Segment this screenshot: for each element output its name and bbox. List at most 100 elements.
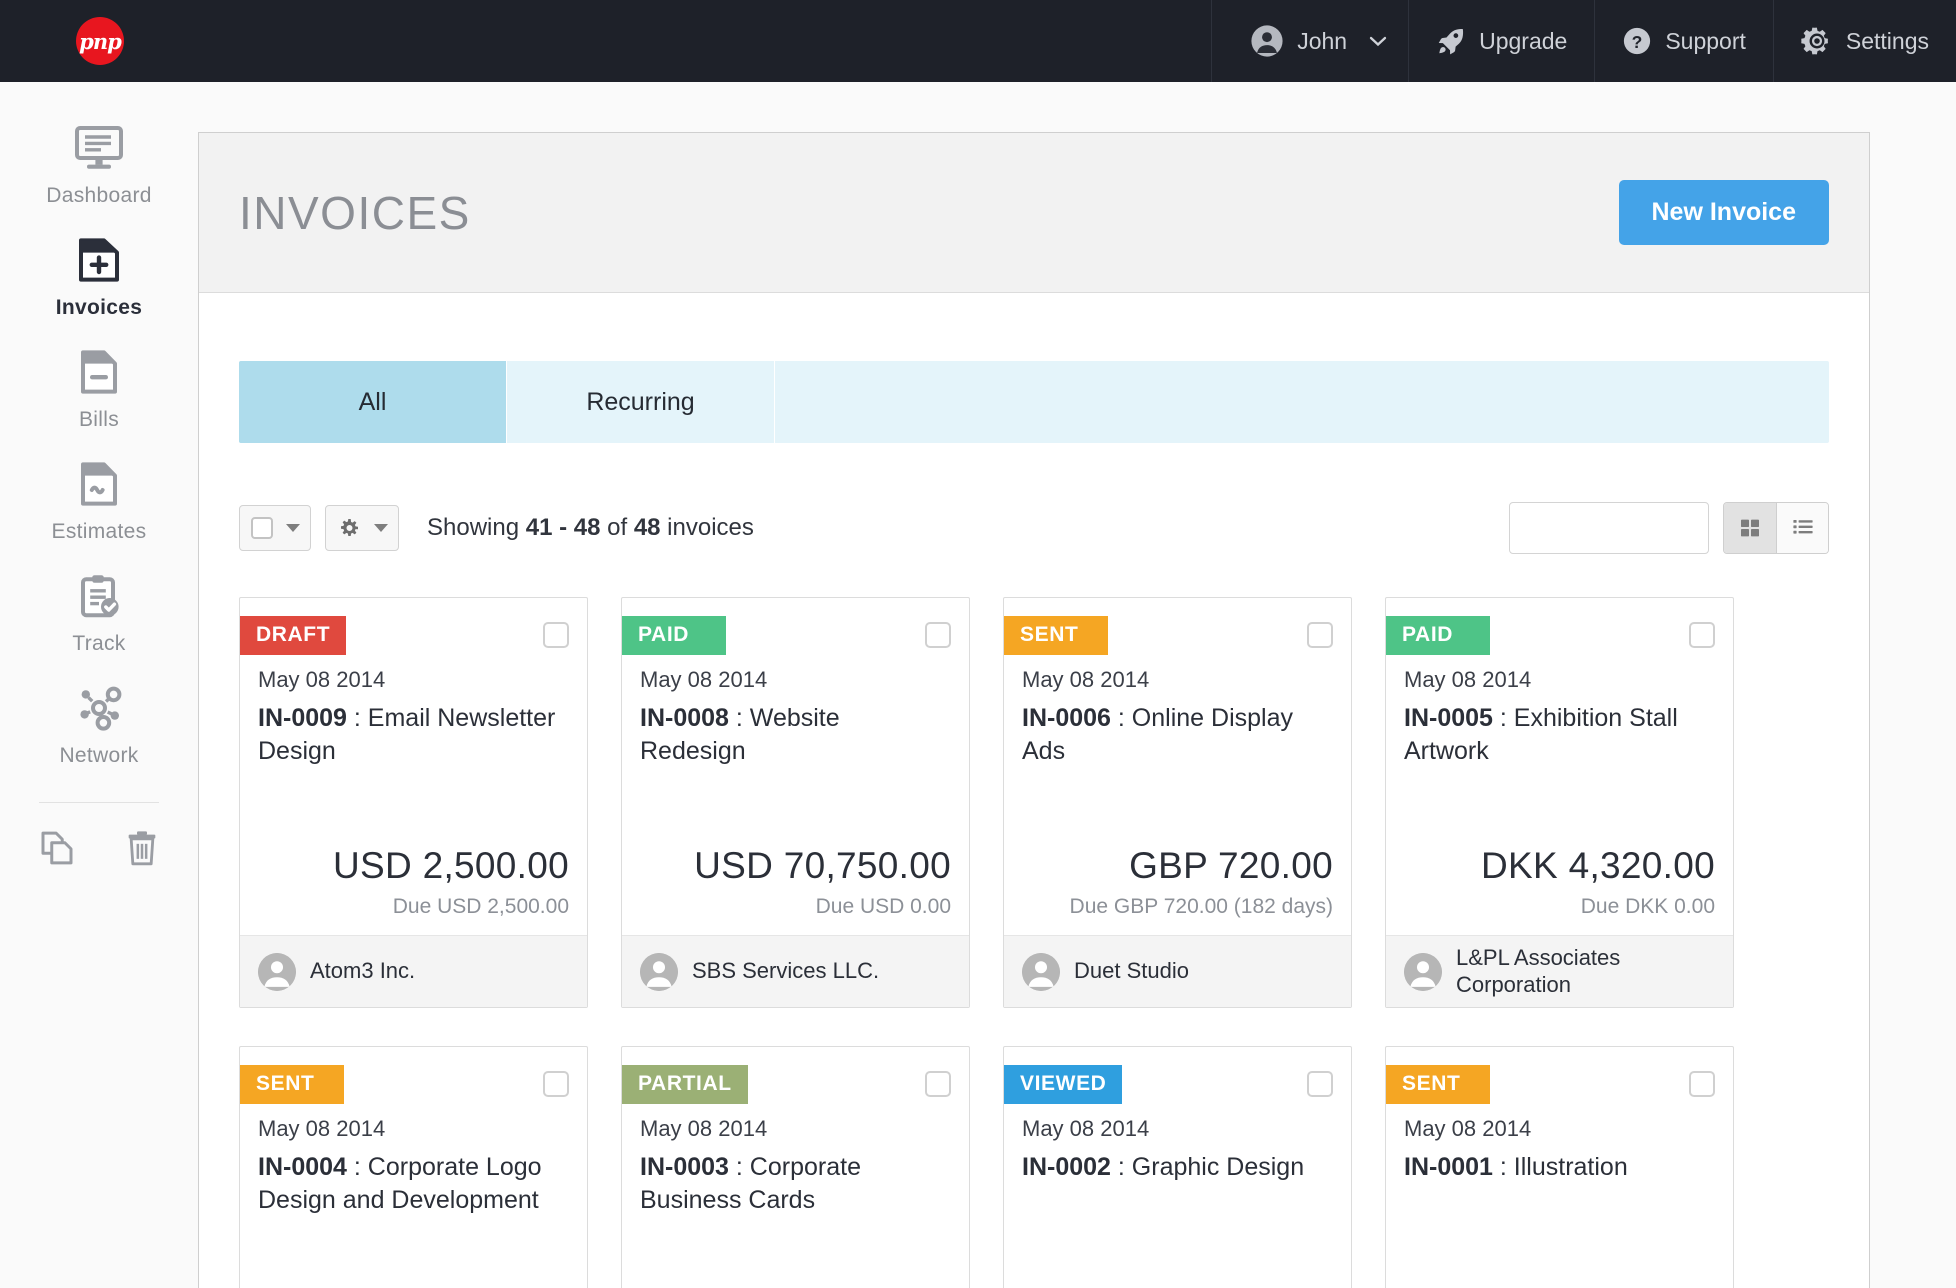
invoice-card[interactable]: SENT May 08 2014 IN-0006 : Online Display …: [1003, 597, 1352, 1008]
chevron-down-icon: [286, 524, 300, 532]
tab-all[interactable]: All: [239, 361, 507, 443]
trash-icon[interactable]: [122, 827, 162, 874]
sidebar-divider: [39, 802, 159, 803]
invoice-subject: Illustration: [1513, 1153, 1628, 1181]
invoice-title[interactable]: IN-0009 : Email Newsletter Design: [240, 693, 587, 768]
bulk-actions-gear[interactable]: [326, 506, 372, 550]
invoice-card-badge-row: SENT: [240, 1065, 587, 1104]
list-view-button[interactable]: [1776, 503, 1828, 553]
chevron-down-icon: [374, 524, 388, 532]
sidebar-label-bills: Bills: [78, 408, 119, 431]
sidebar-item-estimates[interactable]: Estimates: [0, 444, 198, 556]
invoice-card[interactable]: VIEWED May 08 2014 IN-0002 : Graphic Desig…: [1003, 1046, 1352, 1288]
invoice-title[interactable]: IN-0001 : Illustration: [1386, 1142, 1733, 1184]
sidebar-item-bills[interactable]: Bills: [0, 332, 198, 444]
invoice-card[interactable]: PARTIAL May 08 2014 IN-0003 : Corporate Bu…: [621, 1046, 970, 1288]
invoice-select-checkbox[interactable]: [925, 1071, 951, 1097]
invoice-due: Due USD 2,500.00: [392, 895, 569, 918]
sidebar-item-dashboard[interactable]: Dashboard: [0, 108, 198, 220]
invoice-date: May 08 2014: [1022, 1116, 1150, 1141]
upgrade-button[interactable]: Upgrade: [1408, 0, 1594, 82]
pnp-logo[interactable]: pnp: [76, 17, 124, 65]
chevron-down-icon: [1368, 34, 1388, 48]
sidebar-label-invoices: Invoices: [55, 296, 143, 319]
select-all-caret[interactable]: [284, 506, 310, 550]
showing-middle: of: [600, 514, 634, 541]
invoice-select-checkbox[interactable]: [543, 622, 569, 648]
invoice-tabs: All Recurring: [239, 361, 1829, 443]
support-button[interactable]: ? Support: [1594, 0, 1773, 82]
sidebar-item-track[interactable]: Track: [0, 556, 198, 668]
sidebar-label-estimates: Estimates: [51, 520, 147, 543]
select-all-dropdown[interactable]: [239, 505, 311, 551]
invoice-title[interactable]: IN-0002 : Graphic Design: [1004, 1142, 1351, 1184]
invoice-title[interactable]: IN-0005 : Exhibition Stall Artwork: [1386, 693, 1733, 768]
top-bar: pnp John Upgrade ? Support Settings: [0, 0, 1956, 82]
invoice-select-checkbox[interactable]: [925, 622, 951, 648]
invoice-card[interactable]: SENT May 08 2014 IN-0001 : Illustration: [1385, 1046, 1734, 1288]
sidebar-tools: [36, 827, 162, 874]
invoice-card-top: VIEWED May 08 2014 IN-0002 : Graphic Desig…: [1004, 1047, 1351, 1288]
invoice-number: IN-0002: [1022, 1153, 1111, 1181]
invoice-number: IN-0008: [640, 704, 729, 732]
settings-label: Settings: [1845, 27, 1929, 54]
settings-button[interactable]: Settings: [1772, 0, 1956, 82]
new-invoice-button[interactable]: New Invoice: [1618, 180, 1829, 245]
avatar: [258, 952, 296, 991]
copy-icon[interactable]: [36, 827, 78, 874]
status-badge: SENT: [240, 1065, 344, 1104]
top-nav: John Upgrade ? Support Settings: [1211, 0, 1956, 82]
invoice-card-top: PARTIAL May 08 2014 IN-0003 : Corporate Bu…: [622, 1047, 969, 1288]
invoice-card-top: SENT May 08 2014 IN-0006 : Online Display …: [1004, 598, 1351, 935]
sidebar-label-dashboard: Dashboard: [46, 184, 152, 207]
bulk-actions-caret[interactable]: [372, 506, 398, 550]
invoice-due: Due USD 0.00: [815, 895, 951, 918]
invoice-date: May 08 2014: [1404, 667, 1532, 692]
sidebar-item-network[interactable]: Network: [0, 668, 198, 780]
sidebar-label-track: Track: [72, 632, 126, 655]
tab-recurring[interactable]: Recurring: [507, 361, 775, 443]
invoice-client-row: L&PL Associates Corporation: [1386, 935, 1733, 1007]
grid-view-button[interactable]: [1724, 503, 1776, 553]
invoice-card-badge-row: PARTIAL: [622, 1065, 969, 1104]
showing-suffix: invoices: [660, 514, 754, 541]
invoice-number: IN-0003: [640, 1153, 729, 1181]
monitor-icon: [73, 122, 125, 174]
invoice-card[interactable]: PAID May 08 2014 IN-0005 : Exhibition Stal…: [1385, 597, 1734, 1008]
invoice-select-checkbox[interactable]: [543, 1071, 569, 1097]
sidebar-item-invoices[interactable]: Invoices: [0, 220, 198, 332]
invoice-card[interactable]: SENT May 08 2014 IN-0004 : Corporate Logo …: [239, 1046, 588, 1288]
invoice-client-name: Duet Studio: [1074, 958, 1189, 984]
invoice-select-checkbox[interactable]: [1307, 622, 1333, 648]
invoice-card-top: SENT May 08 2014 IN-0004 : Corporate Logo …: [240, 1047, 587, 1288]
invoice-card-badge-row: SENT: [1004, 616, 1351, 655]
invoice-card[interactable]: DRAFT May 08 2014 IN-0009 : Email Newslett…: [239, 597, 588, 1008]
invoice-title[interactable]: IN-0004 : Corporate Logo Design and Deve…: [240, 1142, 587, 1217]
user-menu[interactable]: John: [1211, 0, 1408, 82]
invoice-select-checkbox[interactable]: [1307, 1071, 1333, 1097]
invoice-card-top: DRAFT May 08 2014 IN-0009 : Email Newslett…: [240, 598, 587, 935]
select-all-checkbox[interactable]: [240, 506, 284, 550]
invoice-number: IN-0009: [258, 704, 347, 732]
user-avatar-icon: [1250, 24, 1284, 58]
status-badge: PARTIAL: [622, 1065, 748, 1104]
invoice-card-badge-row: VIEWED: [1004, 1065, 1351, 1104]
invoice-date: May 08 2014: [1404, 1116, 1532, 1141]
invoice-amount: DKK 4,320.00: [1481, 845, 1715, 886]
search-box[interactable]: [1509, 502, 1812, 554]
invoice-card[interactable]: PAID May 08 2014 IN-0008 : Website Redesig…: [621, 597, 970, 1008]
invoice-number: IN-0004: [258, 1153, 347, 1181]
invoice-amount: GBP 720.00: [1129, 845, 1333, 886]
invoice-client-row: Atom3 Inc.: [240, 935, 587, 1007]
invoice-select-checkbox[interactable]: [1689, 1071, 1715, 1097]
invoice-title[interactable]: IN-0008 : Website Redesign: [622, 693, 969, 768]
invoice-select-checkbox[interactable]: [1689, 622, 1715, 648]
invoice-title[interactable]: IN-0006 : Online Display Ads: [1004, 693, 1351, 768]
invoice-client-row: SBS Services LLC.: [622, 935, 969, 1007]
invoice-card-top: SENT May 08 2014 IN-0001 : Illustration: [1386, 1047, 1733, 1288]
bulk-actions-dropdown[interactable]: [325, 505, 399, 551]
gear-icon: [1801, 25, 1833, 57]
invoice-title[interactable]: IN-0003 : Corporate Business Cards: [622, 1142, 969, 1217]
tab-filler: [775, 361, 1829, 443]
